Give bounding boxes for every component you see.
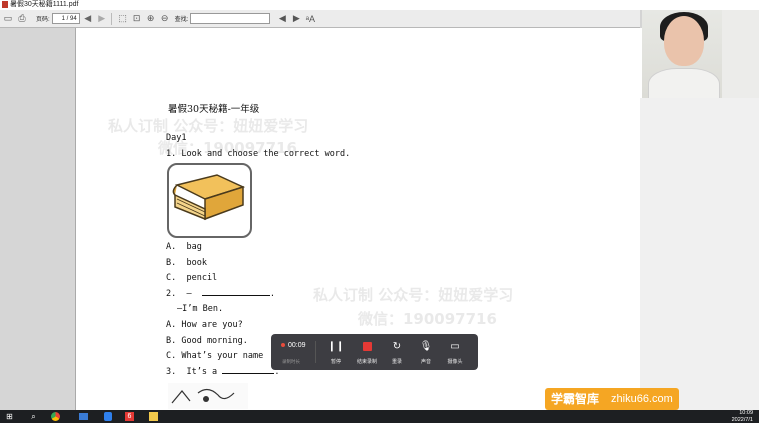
- recording-timer: 00:09: [281, 342, 306, 349]
- question-2-prompt: 2. —: [166, 289, 192, 299]
- redo-icon: ↻: [392, 340, 402, 352]
- zoom-in-icon[interactable]: ⊕: [145, 13, 157, 25]
- find-input[interactable]: [190, 13, 271, 24]
- pdf-file-icon: [2, 0, 8, 8]
- book-picture: [167, 163, 252, 238]
- book-illustration: [172, 174, 246, 221]
- clock-date: 2022/7/1: [731, 416, 753, 423]
- app-yellow-icon[interactable]: [148, 411, 159, 422]
- file-explorer-icon[interactable]: [78, 411, 89, 422]
- q2-option-c: C. What’s your name: [166, 351, 264, 361]
- document-title: 暑假30天秘籍-一年级: [168, 104, 260, 115]
- q2-option-a: A. How are you?: [166, 320, 243, 330]
- question-3: 3. It’s a .: [166, 367, 280, 377]
- toolbar-divider: [110, 12, 112, 25]
- page-label: 页码:: [36, 17, 50, 23]
- question-2: 2. — .: [166, 289, 275, 299]
- page-number-input[interactable]: 1 / 94: [51, 13, 80, 24]
- stop-icon: [355, 338, 379, 354]
- stop-recording-button[interactable]: 结束录制: [355, 338, 379, 365]
- pause-button[interactable]: ❙❙ 暂停: [324, 338, 348, 366]
- q1-option-a: A. bag: [166, 242, 202, 252]
- window-title: 暑假30天秘籍1111.pdf: [10, 1, 79, 8]
- fit-width-icon[interactable]: ⊡: [131, 13, 143, 25]
- chrome-icon[interactable]: [50, 411, 61, 422]
- site-badge-name: 学霸智库: [545, 388, 606, 410]
- find-previous-icon[interactable]: ◀: [276, 13, 288, 25]
- screen-recorder-toolbar: 00:09 录制时长 ❙❙ 暂停 结束录制 ↻ 重录 🎙 声音 ▭ 摄像头: [271, 334, 478, 370]
- title-bar: 暑假30天秘籍1111.pdf: [0, 0, 640, 10]
- watermark-text: 私人订制 公众号：妞妞爱学习: [313, 286, 514, 304]
- app-icon[interactable]: [102, 411, 113, 422]
- audio-button[interactable]: 🎙 声音: [414, 338, 438, 366]
- find-options-icon[interactable]: ᵃA: [304, 13, 316, 25]
- microphone-icon: 🎙: [419, 340, 433, 352]
- answer-blank: [201, 295, 270, 296]
- watermark-text: 微信：190097716: [358, 310, 497, 328]
- q1-option-b: B. book: [166, 258, 207, 268]
- camera-button[interactable]: ▭ 摄像头: [443, 338, 467, 366]
- recording-dot-icon: [281, 343, 285, 348]
- q1-option-c: C. pencil: [166, 273, 218, 283]
- webcam-presenter-body: [648, 68, 720, 98]
- rerecord-label: 重录: [391, 359, 402, 365]
- previous-page-icon[interactable]: ◀: [82, 13, 94, 25]
- question-3-text: 3. It’s a: [166, 367, 218, 377]
- camera-icon: ▭: [450, 340, 460, 352]
- stop-recording-label: 结束录制: [356, 359, 377, 365]
- audio-label: 声音: [420, 359, 431, 365]
- find-next-icon[interactable]: ▶: [290, 13, 302, 25]
- pause-label: 暂停: [330, 359, 341, 365]
- taskbar: ⊞ ⌕ 6 10:09 2022/7/1: [0, 410, 759, 423]
- fit-page-icon[interactable]: ⬚: [117, 13, 129, 25]
- right-panel: [640, 98, 759, 410]
- next-page-icon[interactable]: ▶: [96, 13, 108, 25]
- site-badge: 学霸智库 zhiku66.com: [545, 388, 679, 410]
- screen: 暑假30天秘籍1111.pdf ▭ ⎙ 页码: 1 / 94 ◀ ▶ ⬚ ⊡ ⊕…: [0, 0, 759, 423]
- watermark-text: 微信：190097716: [158, 139, 297, 157]
- system-clock[interactable]: 10:09 2022/7/1: [732, 410, 753, 423]
- recording-time-label: 录制时长: [282, 359, 300, 364]
- pdf-toolbar: ▭ ⎙ 页码: 1 / 94 ◀ ▶ ⬚ ⊡ ⊕ ⊖ 查找: ◀ ▶ ᵃA: [0, 10, 640, 28]
- site-badge-url: zhiku66.com: [605, 388, 679, 410]
- pause-icon: ❙❙: [327, 340, 345, 352]
- watermark-text: 私人订制 公众号：妞妞爱学习: [108, 117, 309, 135]
- rerecord-button[interactable]: ↻ 重录: [385, 338, 409, 366]
- sketch-illustration: [171, 388, 235, 404]
- camera-label: 摄像头: [447, 359, 463, 365]
- answer-blank: [222, 373, 275, 374]
- recording-time: 00:09: [288, 342, 306, 349]
- webcam-background: [722, 10, 759, 98]
- title-bar-right: [640, 0, 759, 10]
- q2-option-b: B. Good morning.: [166, 336, 248, 346]
- question-3-picture: [168, 383, 248, 409]
- app-6-icon[interactable]: 6: [124, 411, 135, 422]
- zoom-out-icon[interactable]: ⊖: [159, 13, 171, 25]
- windows-start-icon[interactable]: ⊞: [4, 411, 15, 422]
- webcam-overlay: [642, 10, 759, 98]
- save-icon[interactable]: ▭: [2, 13, 14, 25]
- question-2-answer: —I’m Ben.: [177, 304, 224, 314]
- find-label: 查找:: [174, 17, 189, 23]
- search-icon[interactable]: ⌕: [28, 411, 39, 422]
- print-icon[interactable]: ⎙: [16, 13, 28, 25]
- webcam-presenter-face: [664, 16, 704, 66]
- recorder-divider: [315, 341, 316, 363]
